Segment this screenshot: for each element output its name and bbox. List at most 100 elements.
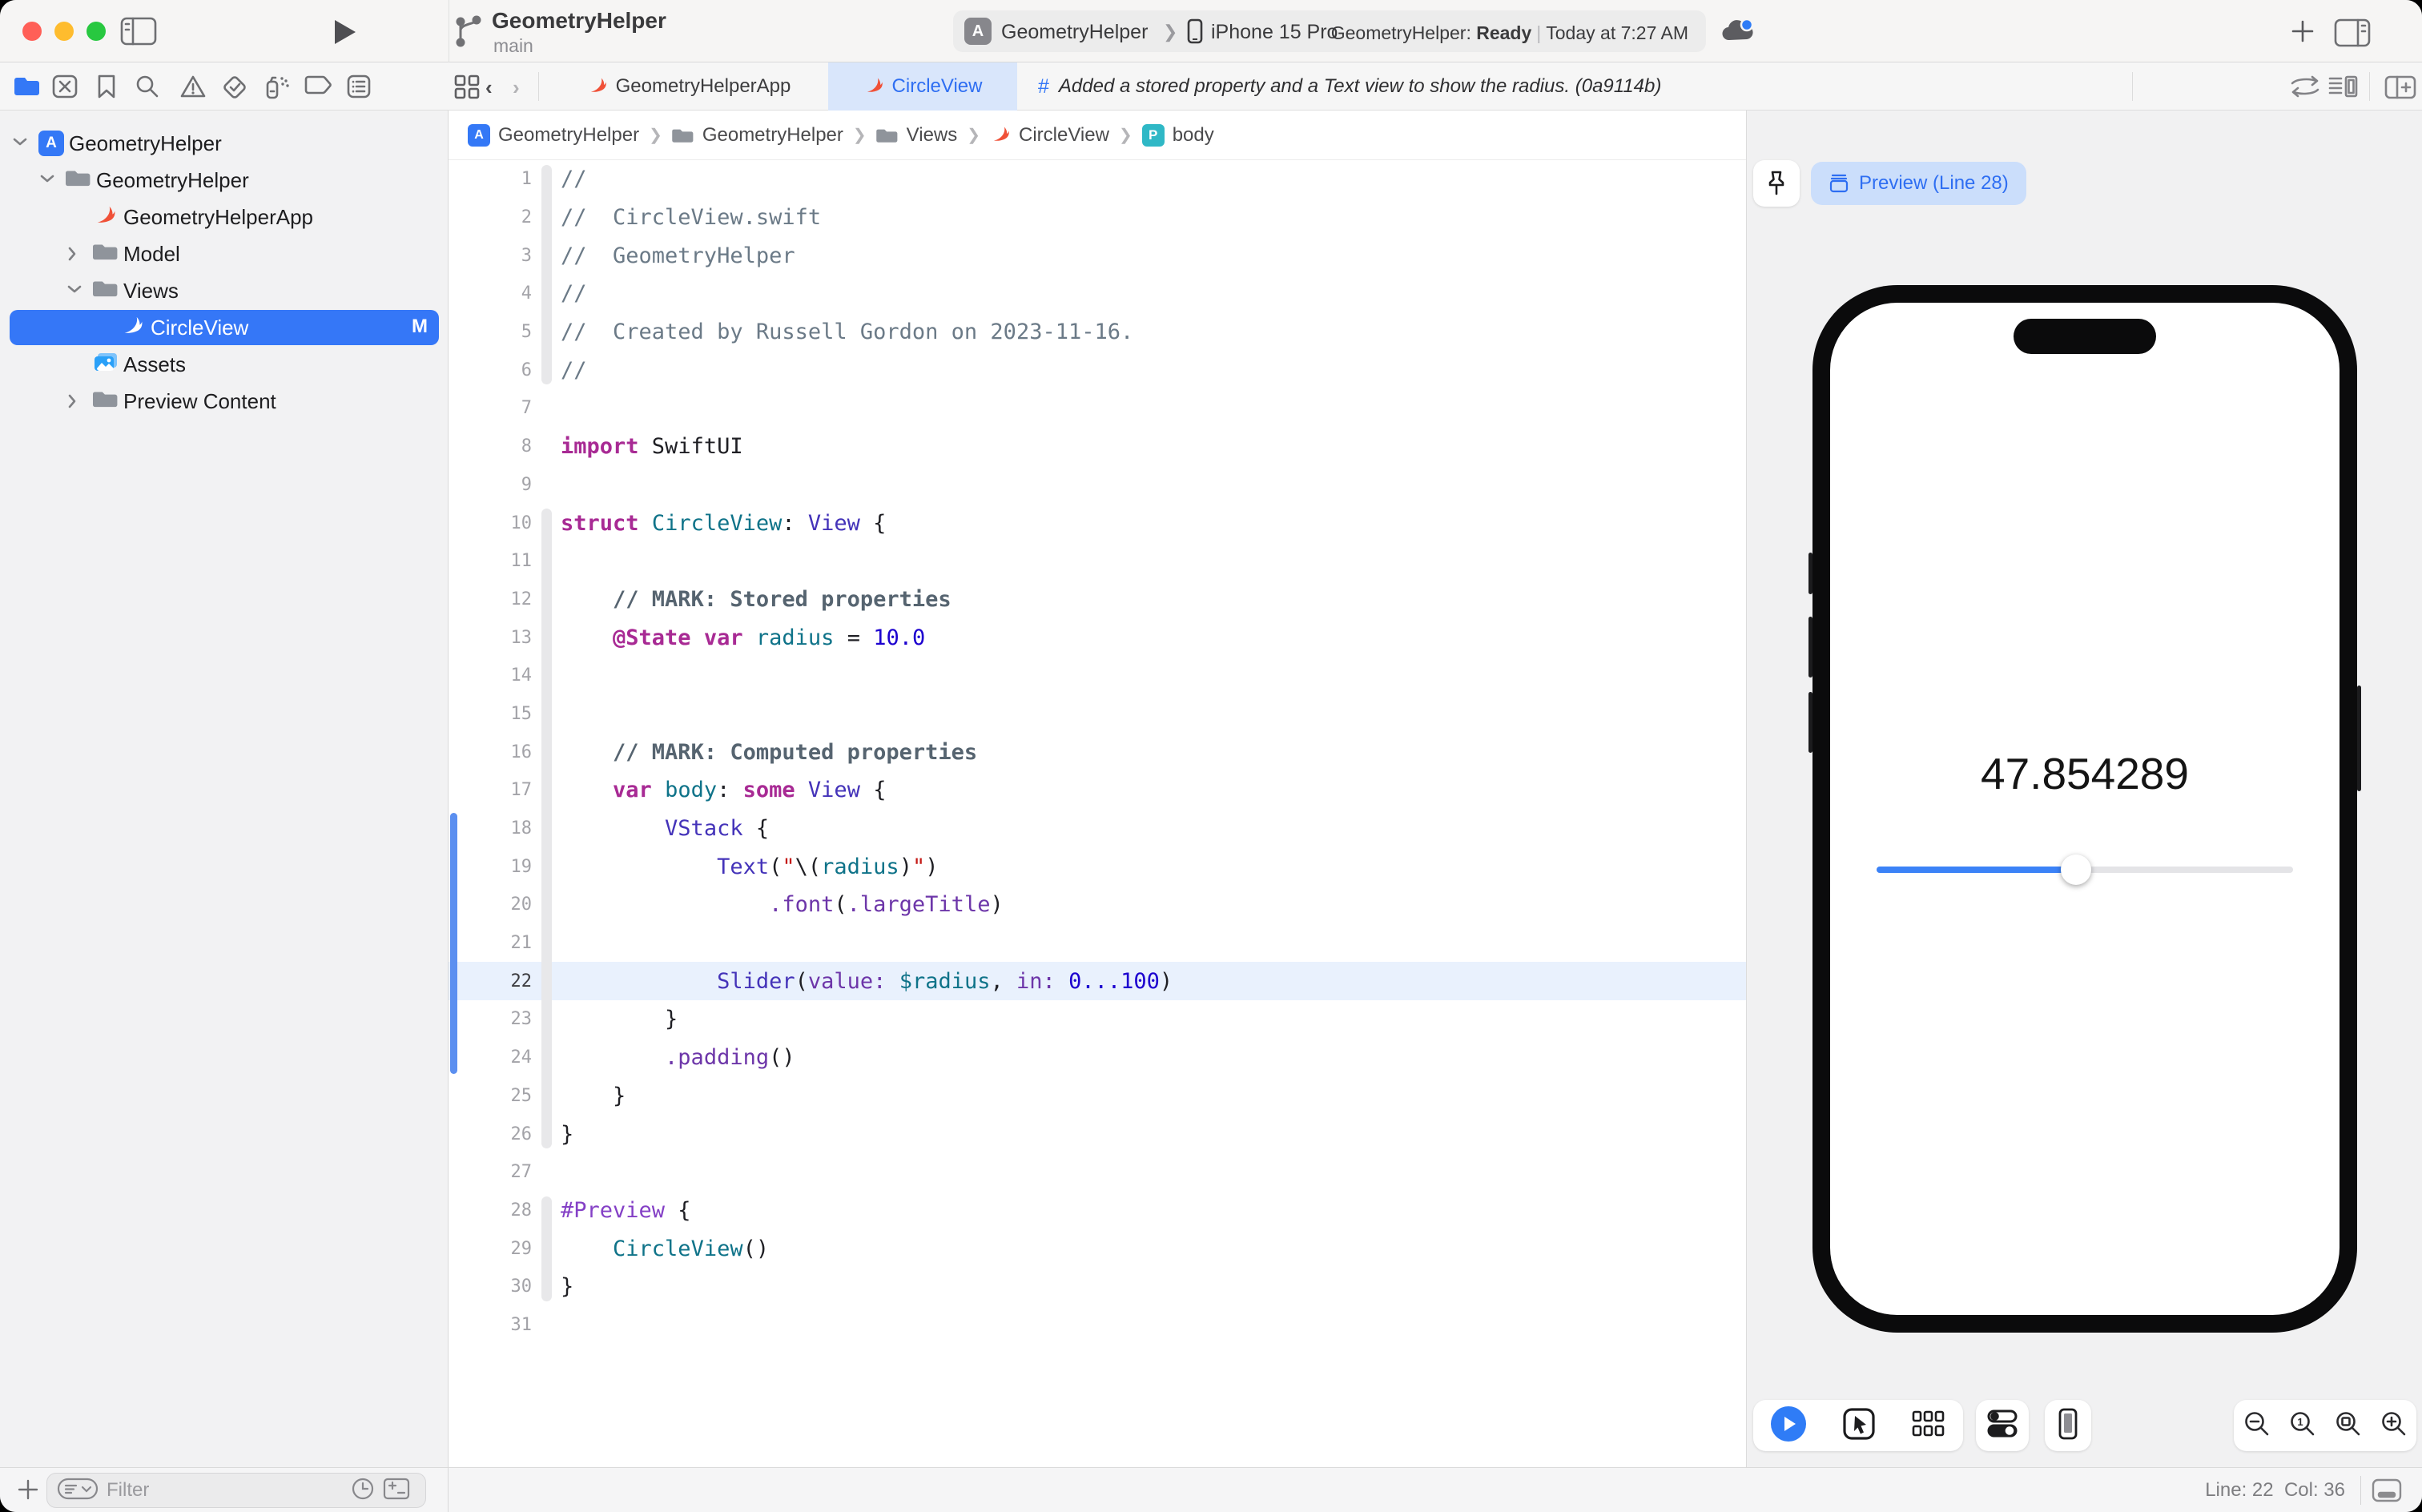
sidebar-item-model[interactable]: Model: [0, 235, 449, 272]
right-sidebar-toggle-icon[interactable]: [2334, 18, 2371, 52]
add-editor-icon[interactable]: [2384, 74, 2417, 105]
zoom-in-icon[interactable]: [2380, 1409, 2408, 1442]
code-line-11[interactable]: 11: [449, 542, 1746, 581]
live-preview-play-button[interactable]: [1770, 1405, 1807, 1446]
sidebar-item-geometryhelperapp[interactable]: GeometryHelperApp: [0, 199, 449, 235]
code-line-4[interactable]: 4//: [449, 275, 1746, 313]
line-number[interactable]: 31: [449, 1315, 533, 1335]
slider-thumb[interactable]: [2060, 855, 2091, 885]
code-line-7[interactable]: 7: [449, 389, 1746, 428]
line-number[interactable]: 17: [449, 780, 533, 800]
line-number[interactable]: 27: [449, 1162, 533, 1182]
code-line-28[interactable]: 28 #Preview {: [449, 1192, 1746, 1230]
close-window-button[interactable]: [22, 22, 42, 41]
sidebar-item-preview-content[interactable]: Preview Content: [0, 383, 449, 420]
filter-icon[interactable]: [57, 1477, 99, 1505]
code-line-21[interactable]: 21: [449, 924, 1746, 963]
line-number[interactable]: 11: [449, 551, 533, 571]
issue-navigator-icon[interactable]: [179, 74, 207, 103]
line-number[interactable]: 22: [449, 971, 533, 991]
line-number[interactable]: 1: [449, 169, 532, 189]
adjust-editor-options-icon[interactable]: [2327, 74, 2361, 105]
line-number[interactable]: 20: [449, 895, 533, 915]
code-line-20[interactable]: 20 .font(.largeTitle): [449, 886, 1746, 924]
zoom-out-icon[interactable]: [2243, 1409, 2271, 1442]
source-control-navigator-icon[interactable]: [51, 74, 78, 103]
line-number[interactable]: 24: [449, 1048, 533, 1068]
code-line-10[interactable]: 10 struct CircleView: View {: [449, 504, 1746, 542]
line-number[interactable]: 8: [449, 436, 532, 456]
code-line-12[interactable]: 12 // MARK: Stored properties: [449, 581, 1746, 619]
line-number[interactable]: 21: [449, 933, 533, 953]
breadcrumb-item-file[interactable]: CircleView: [990, 124, 1109, 147]
sidebar-item-geometryhelper[interactable]: A GeometryHelper: [0, 125, 449, 162]
breadcrumb-item-group[interactable]: GeometryHelper: [672, 124, 843, 147]
line-number[interactable]: 10: [449, 513, 533, 533]
preview-device-button[interactable]: [2058, 1407, 2078, 1445]
code-line-6[interactable]: 6//: [449, 351, 1746, 389]
code-line-27[interactable]: 27: [449, 1153, 1746, 1192]
line-number[interactable]: 23: [449, 1009, 533, 1029]
code-line-14[interactable]: 14: [449, 657, 1746, 695]
code-line-24[interactable]: 24 .padding(): [449, 1039, 1746, 1077]
breadcrumb-item-symbol[interactable]: Pbody: [1141, 123, 1214, 147]
code-line-5[interactable]: 5// Created by Russell Gordon on 2023-11…: [449, 313, 1746, 352]
pin-preview-button[interactable]: [1753, 160, 1800, 207]
line-number[interactable]: 29: [449, 1239, 533, 1259]
code-line-18[interactable]: 18 VStack {: [449, 810, 1746, 848]
line-number[interactable]: 16: [449, 742, 533, 762]
line-number[interactable]: 6: [449, 360, 532, 380]
line-number[interactable]: 28: [449, 1200, 533, 1220]
line-number[interactable]: 5: [449, 322, 532, 342]
line-number[interactable]: 19: [449, 857, 533, 877]
code-line-25[interactable]: 25 }: [449, 1077, 1746, 1116]
code-line-8[interactable]: 8 import SwiftUI: [449, 428, 1746, 466]
preview-line-button[interactable]: Preview (Line 28): [1811, 162, 2026, 205]
recent-files-clock-icon[interactable]: [350, 1476, 376, 1506]
code-line-15[interactable]: 15: [449, 695, 1746, 734]
line-number[interactable]: 30: [449, 1277, 533, 1297]
zoom-fit-icon[interactable]: [2334, 1409, 2363, 1442]
code-line-3[interactable]: 3// GeometryHelper: [449, 236, 1746, 275]
tab-commit-message[interactable]: # Added a stored property and a Text vie…: [1038, 62, 1661, 111]
sidebar-item-geometryhelper[interactable]: GeometryHelper: [0, 162, 449, 199]
line-number[interactable]: 25: [449, 1086, 533, 1106]
filter-field[interactable]: [46, 1473, 426, 1508]
source-control-filter-icon[interactable]: [382, 1477, 411, 1505]
code-line-16[interactable]: 16 // MARK: Computed properties: [449, 733, 1746, 771]
bookmark-navigator-icon[interactable]: [96, 74, 117, 103]
forward-button[interactable]: ›: [513, 75, 520, 100]
sidebar-item-assets[interactable]: Assets: [0, 346, 449, 383]
add-file-button[interactable]: [16, 1478, 40, 1506]
code-line-1[interactable]: 1//: [449, 160, 1746, 199]
project-navigator-icon[interactable]: [14, 74, 42, 102]
left-sidebar-toggle-icon[interactable]: [120, 16, 157, 50]
test-navigator-icon[interactable]: [221, 74, 248, 105]
line-number[interactable]: 4: [449, 284, 532, 304]
tab-circleview[interactable]: CircleView: [828, 62, 1017, 111]
breakpoint-navigator-icon[interactable]: [304, 74, 333, 100]
line-number[interactable]: 7: [449, 398, 532, 418]
line-number[interactable]: 18: [449, 818, 533, 838]
sidebar-item-circleview[interactable]: CircleView M: [0, 309, 449, 346]
line-number[interactable]: 14: [449, 666, 533, 686]
line-number[interactable]: 3: [449, 246, 532, 266]
line-number[interactable]: 2: [449, 207, 532, 227]
tab-geometryhelperapp[interactable]: GeometryHelperApp: [549, 62, 828, 111]
source-editor[interactable]: 1//2// CircleView.swift 3// GeometryHelpe…: [449, 160, 1746, 1467]
report-navigator-icon[interactable]: [346, 74, 372, 103]
variants-mode-button[interactable]: [1911, 1409, 1946, 1443]
radius-slider[interactable]: [1877, 854, 2293, 886]
code-line-30[interactable]: 30}: [449, 1268, 1746, 1306]
sidebar-item-views[interactable]: Views: [0, 272, 449, 309]
line-number[interactable]: 12: [449, 589, 533, 609]
minimize-window-button[interactable]: [54, 22, 74, 41]
line-number[interactable]: 15: [449, 704, 533, 724]
related-items-icon[interactable]: [453, 74, 481, 103]
line-number[interactable]: 26: [449, 1124, 533, 1144]
code-line-23[interactable]: 23 }: [449, 1000, 1746, 1039]
zoom-100-icon[interactable]: 1: [2288, 1409, 2317, 1442]
new-tab-button[interactable]: [2289, 18, 2316, 49]
keyboard-dock-icon[interactable]: [2371, 1478, 2403, 1507]
line-number[interactable]: 13: [449, 628, 533, 648]
